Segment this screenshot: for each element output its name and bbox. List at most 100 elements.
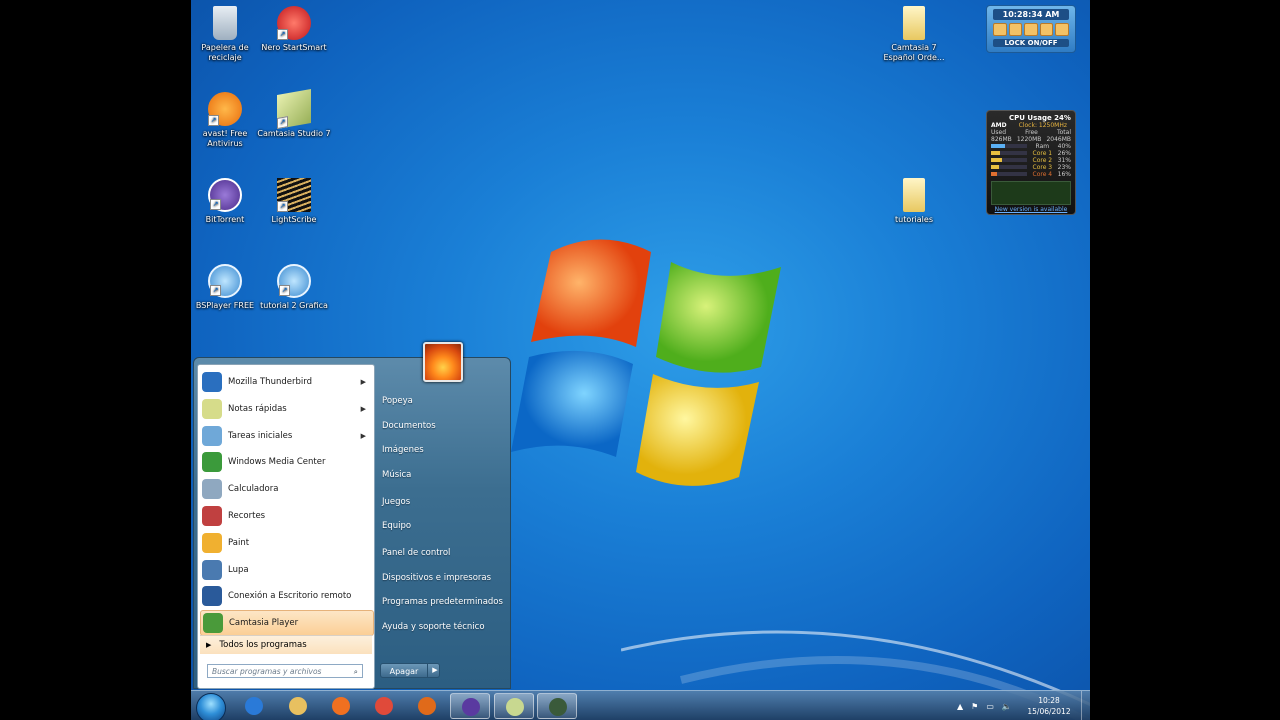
nero-icon: ↗ bbox=[277, 6, 311, 40]
desktop-icon-label: BSPlayer FREE bbox=[195, 301, 255, 310]
taskbar-clock[interactable]: 10:28 15/06/2012 bbox=[1021, 695, 1077, 717]
update-link[interactable]: New version is available bbox=[987, 206, 1075, 213]
gadget-button[interactable] bbox=[1055, 23, 1069, 36]
shortcut-arrow-icon: ↗ bbox=[210, 199, 221, 210]
show-hidden-icons-icon[interactable]: ▲ bbox=[957, 702, 963, 711]
desktop-icon-avast[interactable]: ↗ avast! Free Antivirus bbox=[191, 92, 263, 149]
program-item[interactable]: Windows Media Center bbox=[200, 449, 372, 475]
place-item[interactable]: Programas predeterminados bbox=[382, 597, 503, 607]
taskbar-button[interactable] bbox=[234, 693, 274, 719]
show-desktop-button[interactable] bbox=[1081, 691, 1090, 720]
camtasia-player-icon bbox=[203, 613, 223, 634]
gadget-button[interactable] bbox=[993, 23, 1007, 36]
taskbar-button[interactable] bbox=[364, 693, 404, 719]
calculator-icon bbox=[202, 479, 222, 500]
program-label: Tareas iniciales bbox=[228, 430, 293, 441]
desktop-icon-recycle-bin[interactable]: Papelera de reciclaje bbox=[191, 6, 263, 63]
desktop-icon-camtasia-studio[interactable]: ↗ Camtasia Studio 7 bbox=[256, 89, 332, 139]
core-label: Core 1 bbox=[1032, 150, 1053, 157]
desktop-icon-camtasia-folder[interactable]: Camtasia 7 Español Orde... bbox=[876, 6, 952, 63]
all-programs-label: Todos los programas bbox=[219, 640, 307, 650]
program-item[interactable]: Recortes bbox=[200, 503, 372, 529]
desktop-icon-tutoriales-folder[interactable]: tutoriales bbox=[876, 178, 952, 225]
taskbar-button[interactable] bbox=[494, 693, 534, 719]
windows-explorer-icon bbox=[289, 697, 307, 715]
shortcut-arrow-icon: ↗ bbox=[279, 285, 290, 296]
desktop-icon-nero[interactable]: ↗ Nero StartSmart bbox=[256, 6, 332, 53]
lock-toggle-button[interactable]: LOCK ON/OFF bbox=[993, 39, 1069, 47]
volume-icon[interactable]: 🔈 bbox=[1002, 702, 1012, 711]
gadget-button[interactable] bbox=[1039, 23, 1054, 36]
place-item[interactable]: Documentos bbox=[382, 421, 436, 431]
media-player-icon bbox=[332, 697, 350, 715]
taskbar-button[interactable] bbox=[321, 693, 361, 719]
shortcut-arrow-icon: ↗ bbox=[210, 285, 221, 296]
core-value: 31% bbox=[1057, 157, 1071, 164]
program-label: Conexión a Escritorio remoto bbox=[228, 591, 352, 602]
program-item[interactable]: Tareas iniciales ▶ bbox=[200, 423, 372, 449]
taskbar-button[interactable] bbox=[537, 693, 577, 719]
shutdown-options-arrow-icon[interactable]: ▶ bbox=[427, 663, 442, 678]
windows-logo-wallpaper bbox=[511, 239, 781, 486]
desktop-icon-lightscribe[interactable]: ↗ LightScribe bbox=[256, 178, 332, 225]
program-label: Lupa bbox=[228, 564, 249, 575]
desktop-icon-label: avast! Free Antivirus bbox=[202, 129, 248, 148]
cpu-usage-gadget: CPU Usage 24% AMD Clock: 1250MHz Used Fre… bbox=[986, 110, 1076, 215]
all-programs-button[interactable]: ▶ Todos los programas bbox=[200, 635, 372, 654]
search-icon: ⌕ bbox=[353, 667, 358, 676]
start-button[interactable] bbox=[196, 693, 226, 720]
triangle-right-icon: ▶ bbox=[206, 641, 212, 649]
core-bar bbox=[991, 158, 1027, 162]
start-menu: Mozilla Thunderbird ▶ Notas rápidas ▶ Tareas… bbox=[193, 342, 511, 689]
gadget-button[interactable] bbox=[1024, 23, 1038, 36]
desktop-icon-label: Camtasia Studio 7 bbox=[257, 129, 331, 138]
place-item[interactable]: Música bbox=[382, 470, 411, 480]
user-avatar[interactable] bbox=[423, 342, 463, 382]
paint-icon bbox=[202, 532, 222, 553]
taskbar: ▲ ⚑ ▭ 🔈 10:28 15/06/2012 bbox=[191, 690, 1090, 720]
program-label: Recortes bbox=[228, 511, 266, 521]
submenu-arrow-icon[interactable]: ▶ bbox=[361, 405, 366, 413]
sticky-notes-icon bbox=[202, 398, 222, 419]
place-item[interactable]: Juegos bbox=[382, 497, 410, 507]
lock-gadget[interactable]: 10:28:34 AM LOCK ON/OFF bbox=[986, 5, 1076, 53]
search-input[interactable]: Buscar programas y archivos ⌕ bbox=[207, 664, 363, 678]
desktop-icon-bittorrent[interactable]: ↗ BitTorrent bbox=[191, 178, 263, 225]
clock-time: 10:28 bbox=[1038, 696, 1060, 705]
submenu-arrow-icon[interactable]: ▶ bbox=[361, 378, 366, 386]
mem-header: Free bbox=[1025, 129, 1038, 136]
taskbar-button[interactable] bbox=[278, 693, 318, 719]
place-item[interactable]: Imágenes bbox=[382, 445, 424, 455]
bsplayer-icon: ↗ bbox=[208, 264, 242, 298]
place-item[interactable]: Ayuda y soporte técnico bbox=[382, 622, 485, 632]
submenu-arrow-icon[interactable]: ▶ bbox=[361, 432, 366, 440]
program-item[interactable]: Mozilla Thunderbird ▶ bbox=[200, 369, 372, 395]
taskbar-button[interactable] bbox=[450, 693, 490, 719]
mem-header: Total bbox=[1056, 129, 1071, 136]
program-item[interactable]: Paint bbox=[200, 530, 372, 556]
program-item[interactable]: Conexión a Escritorio remoto bbox=[200, 583, 372, 609]
core-label: Core 4 bbox=[1032, 171, 1053, 178]
gadget-button[interactable] bbox=[1008, 23, 1023, 36]
shortcut-arrow-icon: ↗ bbox=[208, 115, 219, 126]
folder-icon bbox=[903, 178, 925, 212]
core-label: Core 2 bbox=[1032, 157, 1053, 164]
desktop-icon-bsplayer[interactable]: ↗ BSPlayer FREE bbox=[191, 264, 263, 311]
place-item[interactable]: Equipo bbox=[382, 521, 411, 531]
program-item[interactable]: Notas rápidas ▶ bbox=[200, 396, 372, 422]
program-item[interactable]: Lupa bbox=[200, 557, 372, 583]
cpu-brand: AMD bbox=[991, 122, 1007, 129]
desktop-icon-tutorial-2[interactable]: ↗ tutorial 2 Grafica bbox=[256, 264, 332, 311]
gadget-buttons bbox=[993, 23, 1069, 36]
search-placeholder: Buscar programas y archivos bbox=[212, 667, 322, 676]
program-item[interactable]: Calculadora bbox=[200, 476, 372, 502]
place-item[interactable]: Popeya bbox=[382, 396, 413, 406]
camtasia-studio-icon: ↗ bbox=[277, 89, 311, 129]
action-center-flag-icon[interactable]: ⚑ bbox=[971, 702, 978, 711]
programs-pane: Mozilla Thunderbird ▶ Notas rápidas ▶ Tareas… bbox=[197, 364, 375, 689]
program-item[interactable]: Camtasia Player bbox=[200, 610, 374, 637]
taskbar-button[interactable] bbox=[407, 693, 447, 719]
place-item[interactable]: Panel de control bbox=[382, 548, 450, 558]
network-icon[interactable]: ▭ bbox=[986, 702, 994, 711]
place-item[interactable]: Dispositivos e impresoras bbox=[382, 573, 491, 583]
